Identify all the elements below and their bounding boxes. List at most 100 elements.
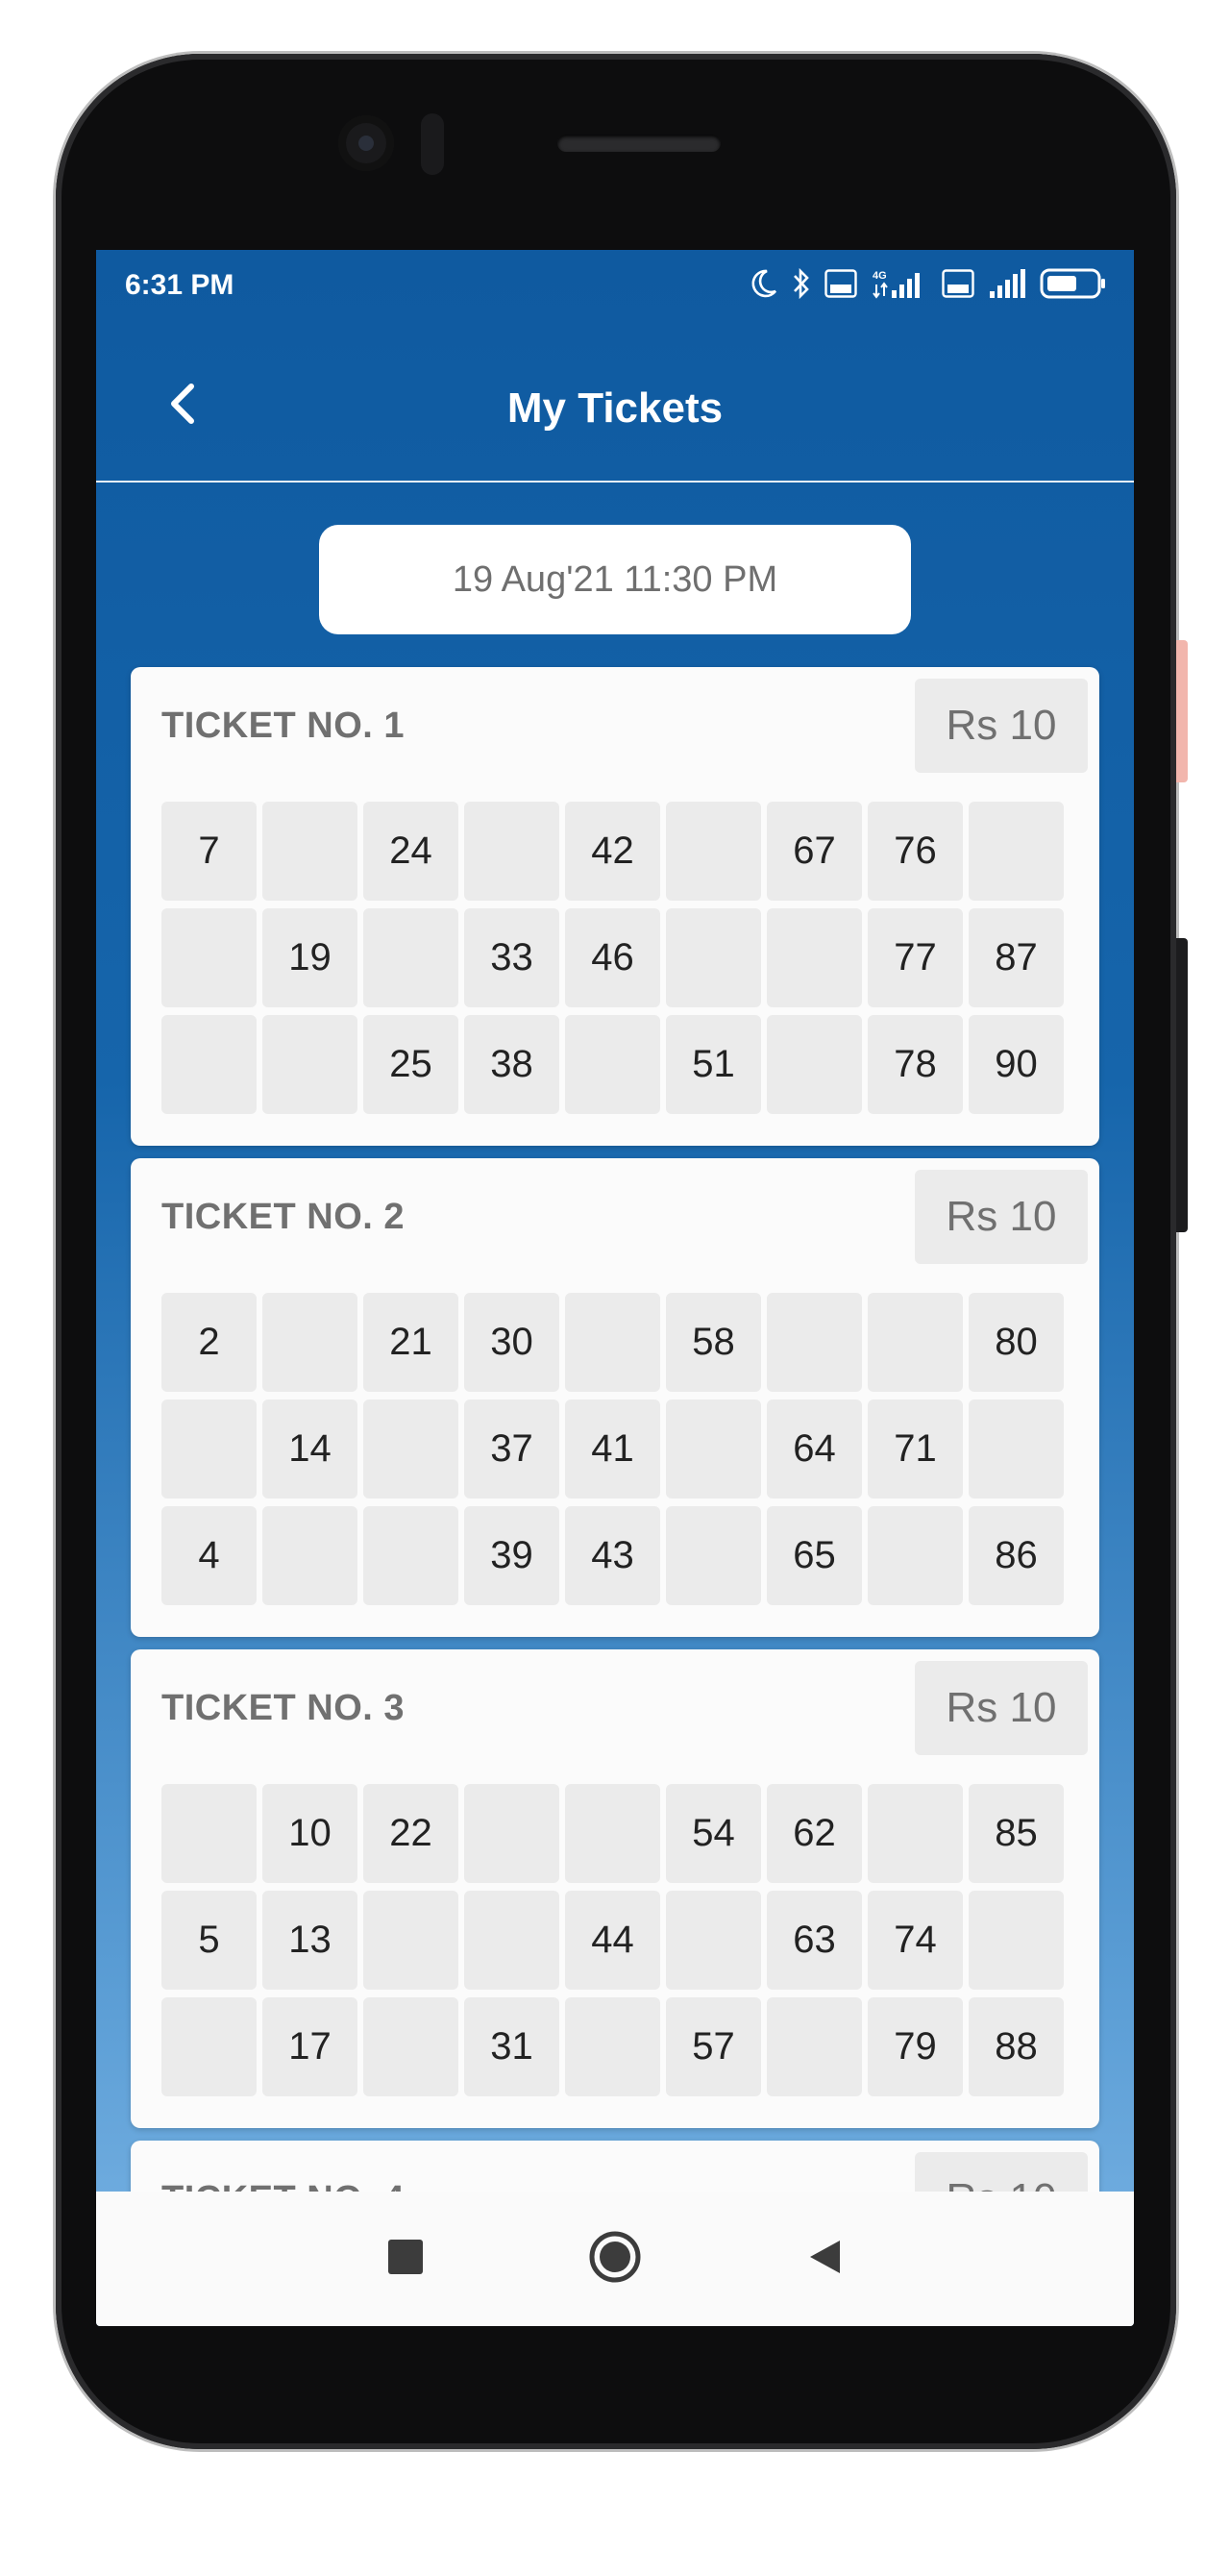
- ticket-cell: 63: [767, 1891, 862, 1990]
- ticket-cell: 37: [464, 1399, 559, 1499]
- ticket-cell: [666, 802, 761, 901]
- ticket-cell: [161, 1015, 257, 1114]
- ticket-cell: 74: [868, 1891, 963, 1990]
- ticket-cell: [868, 1506, 963, 1605]
- status-bar: 6:31 PM 4G: [96, 250, 1134, 327]
- ticket-number-grid: 10 22 54 62 85 5 13 44 63 74 17 31 57 79 88: [161, 1784, 1064, 2096]
- volte-icon-2: [942, 269, 974, 298]
- page-title: My Tickets: [506, 384, 724, 432]
- ticket-cell: 42: [565, 802, 660, 901]
- ticket-card: TICKET NO. 2 Rs 10 2 21 30 58 80 14 37 41 64 71 4 39 4…: [131, 1158, 1099, 1637]
- ticket-cell: 39: [464, 1506, 559, 1605]
- ticket-cell: 25: [363, 1015, 458, 1114]
- ticket-cell: [464, 1784, 559, 1883]
- ticket-cell: 64: [767, 1399, 862, 1499]
- ticket-cell: 54: [666, 1784, 761, 1883]
- ticket-price: Rs 10: [915, 1661, 1088, 1755]
- front-camera: [338, 115, 394, 171]
- ticket-cell: [969, 1399, 1064, 1499]
- ticket-number-grid: 7 24 42 67 76 19 33 46 77 87 25 38 51 78 90: [161, 802, 1064, 1114]
- ticket-cell: [565, 1293, 660, 1392]
- ticket-cell: 71: [868, 1399, 963, 1499]
- ticket-cell: [565, 1015, 660, 1114]
- ticket-cell: [464, 802, 559, 901]
- ticket-cell: [767, 908, 862, 1007]
- ticket-cell: [262, 1015, 357, 1114]
- ticket-cell: 80: [969, 1293, 1064, 1392]
- ticket-cell: [565, 1784, 660, 1883]
- ticket-cell: 10: [262, 1784, 357, 1883]
- volte-icon: [824, 269, 857, 298]
- status-time: 6:31 PM: [125, 269, 234, 301]
- ticket-cell: 88: [969, 1997, 1064, 2096]
- ticket-cell: [767, 1997, 862, 2096]
- ticket-cell: [868, 1784, 963, 1883]
- ticket-cell: [161, 1784, 257, 1883]
- recents-square-icon: [386, 2238, 425, 2281]
- system-nav-bar: [96, 2192, 1134, 2326]
- ticket-cell: [363, 1997, 458, 2096]
- ticket-cell: [262, 1506, 357, 1605]
- date-selector[interactable]: 19 Aug'21 11:30 PM: [319, 525, 911, 634]
- ticket-cell: 41: [565, 1399, 660, 1499]
- earpiece-speaker: [557, 135, 721, 152]
- ticket-cell: [969, 1891, 1064, 1990]
- status-icons: 4G: [750, 267, 1107, 300]
- ticket-cell: 30: [464, 1293, 559, 1392]
- ticket-cell: [666, 1399, 761, 1499]
- ticket-cell: 76: [868, 802, 963, 901]
- ticket-cell: 77: [868, 908, 963, 1007]
- ticket-cell: 33: [464, 908, 559, 1007]
- home-button[interactable]: [580, 2224, 650, 2293]
- ticket-cell: 87: [969, 908, 1064, 1007]
- ticket-cell: [969, 802, 1064, 901]
- battery-icon: [1040, 267, 1107, 300]
- ticket-cell: [161, 1399, 257, 1499]
- ticket-cell: 21: [363, 1293, 458, 1392]
- ticket-cell: 17: [262, 1997, 357, 2096]
- ticket-cell: 7: [161, 802, 257, 901]
- ticket-cell: 58: [666, 1293, 761, 1392]
- ticket-cell: 4: [161, 1506, 257, 1605]
- ticket-cell: [363, 908, 458, 1007]
- volume-button: [1176, 640, 1188, 782]
- ticket-cell: [565, 1997, 660, 2096]
- ticket-cell: 44: [565, 1891, 660, 1990]
- app-screen: 6:31 PM 4G My Tickets 19 Aug'21 11:30 PM…: [96, 250, 1134, 2326]
- ticket-cell: 79: [868, 1997, 963, 2096]
- ticket-cell: 43: [565, 1506, 660, 1605]
- ticket-number-grid: 2 21 30 58 80 14 37 41 64 71 4 39 43 65 86: [161, 1293, 1064, 1605]
- ticket-cell: 46: [565, 908, 660, 1007]
- back-nav-button[interactable]: [790, 2224, 859, 2293]
- ticket-cell: [666, 908, 761, 1007]
- ticket-cell: 67: [767, 802, 862, 901]
- ticket-cell: [363, 1506, 458, 1605]
- ticket-card: TICKET NO. 1 Rs 10 7 24 42 67 76 19 33 46 77 87 25 38…: [131, 667, 1099, 1146]
- ticket-cell: 22: [363, 1784, 458, 1883]
- ticket-cell: [464, 1891, 559, 1990]
- ticket-cell: 13: [262, 1891, 357, 1990]
- ticket-cell: 57: [666, 1997, 761, 2096]
- ticket-cell: 14: [262, 1399, 357, 1499]
- ticket-cell: [868, 1293, 963, 1392]
- bottom-bezel: [96, 2326, 1134, 2384]
- ticket-cell: [262, 1293, 357, 1392]
- ticket-cell: 62: [767, 1784, 862, 1883]
- ticket-cell: [666, 1506, 761, 1605]
- app-bar: My Tickets: [96, 327, 1134, 483]
- ticket-cell: [161, 1997, 257, 2096]
- ticket-card: TICKET NO. 3 Rs 10 10 22 54 62 85 5 13 44 63 74 17 31…: [131, 1649, 1099, 2128]
- ticket-cell: 51: [666, 1015, 761, 1114]
- ticket-cell: [666, 1891, 761, 1990]
- ticket-cell: 85: [969, 1784, 1064, 1883]
- moon-icon: [750, 268, 778, 299]
- ticket-title: TICKET NO. 1: [161, 706, 406, 746]
- signal-icon: [988, 268, 1026, 299]
- ticket-title: TICKET NO. 2: [161, 1197, 406, 1237]
- ticket-cell: 38: [464, 1015, 559, 1114]
- ticket-cell: 90: [969, 1015, 1064, 1114]
- ticket-cell: 19: [262, 908, 357, 1007]
- ticket-price: Rs 10: [915, 1170, 1088, 1264]
- recents-button[interactable]: [371, 2224, 440, 2293]
- ticket-cell: [767, 1015, 862, 1114]
